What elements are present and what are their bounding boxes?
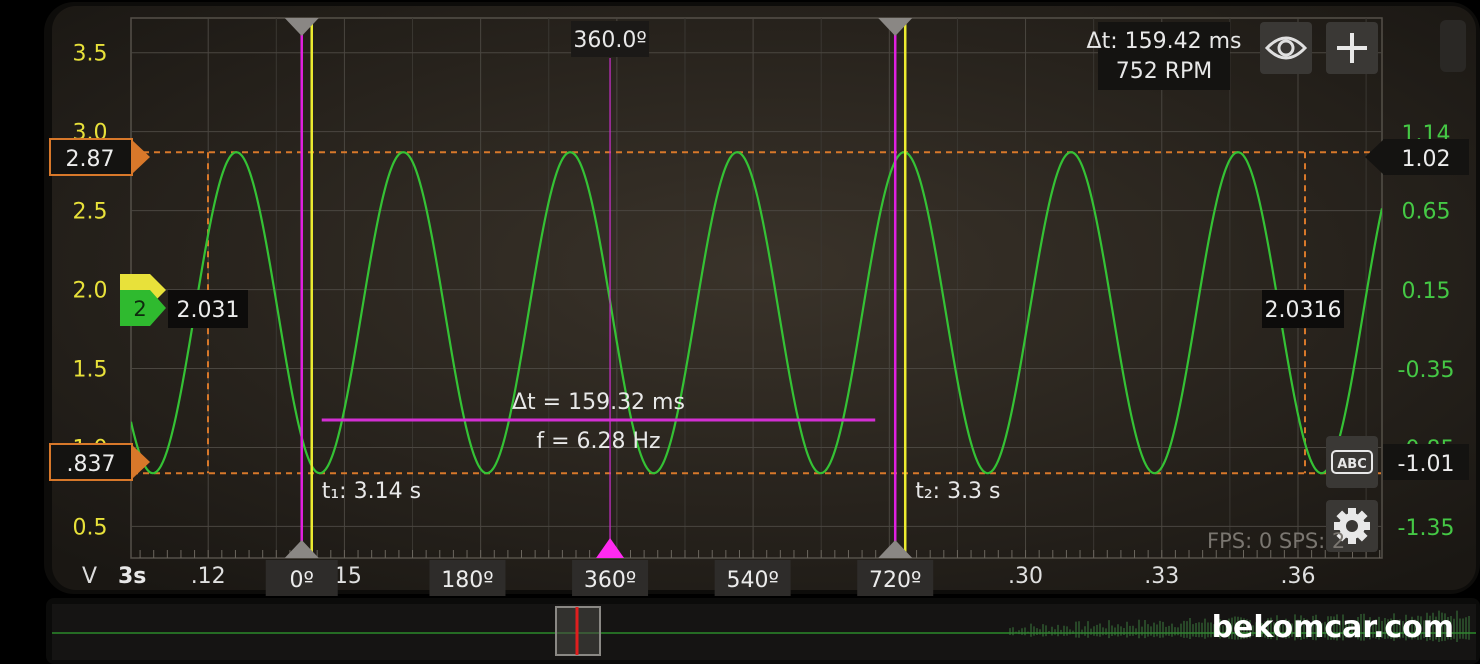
angle-marker-label: 180º bbox=[441, 568, 493, 593]
x-axis-tick: .36 bbox=[1280, 564, 1315, 589]
add-button[interactable] bbox=[1326, 22, 1378, 74]
gear-tooth bbox=[1348, 508, 1356, 517]
phase-label: 360.0º bbox=[573, 28, 646, 53]
svg-text:2.0316: 2.0316 bbox=[1265, 298, 1342, 323]
upper-right-voltage-marker[interactable]: 1.02 bbox=[1365, 139, 1469, 175]
left-axis-tick: 2.5 bbox=[73, 200, 108, 225]
frequency-label: f = 6.28 Hz bbox=[536, 429, 660, 454]
right-axis-tick: 0.65 bbox=[1402, 200, 1451, 225]
visibility-button[interactable] bbox=[1260, 22, 1312, 74]
right-axis-tick: -1.35 bbox=[1398, 516, 1455, 541]
left-axis-tick: 3.5 bbox=[73, 42, 108, 67]
x-axis-tick: .12 bbox=[191, 564, 226, 589]
lower-left-voltage: .837 bbox=[67, 452, 116, 477]
channel-value-left: 2.031 bbox=[168, 290, 248, 328]
angle-marker-label: 540º bbox=[726, 568, 778, 593]
upper-right-voltage: 1.02 bbox=[1402, 147, 1451, 172]
cursor-delta-box: Δt: 159.42 ms 752 RPM bbox=[1087, 22, 1242, 90]
lower-right-voltage: -1.01 bbox=[1398, 452, 1455, 477]
upper-left-voltage: 2.87 bbox=[66, 147, 115, 172]
abc-button[interactable]: ABC bbox=[1326, 436, 1378, 488]
svg-text:2.031: 2.031 bbox=[177, 298, 240, 323]
cursor-t1-label: t₁: 3.14 s bbox=[322, 479, 421, 504]
lower-right-voltage-marker[interactable]: -1.01 bbox=[1383, 444, 1469, 480]
left-axis-tick: 0.5 bbox=[73, 515, 108, 540]
watermark: bekomcar.com bbox=[1212, 610, 1454, 645]
x-axis-tick: .30 bbox=[1008, 564, 1043, 589]
right-axis-tick: -0.35 bbox=[1398, 358, 1455, 383]
upper-left-voltage-marker[interactable]: 2.87 bbox=[49, 138, 150, 176]
right-axis-tick: 0.15 bbox=[1402, 279, 1451, 304]
angle-marker-label: 360º bbox=[584, 568, 636, 593]
svg-text:ABC: ABC bbox=[1337, 457, 1367, 472]
lower-left-voltage-marker[interactable]: .837 bbox=[49, 443, 150, 481]
left-axis-unit: V bbox=[82, 564, 97, 589]
cursor-t2-label: t₂: 3.3 s bbox=[915, 479, 1000, 504]
left-axis-tick: 1.5 bbox=[73, 358, 108, 383]
x-axis-tick: .33 bbox=[1144, 564, 1179, 589]
status-fps: FPS: 0 SPS: 2 bbox=[1207, 529, 1345, 553]
gear-tooth bbox=[1348, 535, 1356, 544]
timebase-label[interactable]: 3s bbox=[118, 564, 146, 589]
angle-marker-label: 720º bbox=[869, 568, 921, 593]
cursor-rpm: 752 RPM bbox=[1116, 59, 1213, 84]
cursor-delta-time: Δt: 159.42 ms bbox=[1087, 29, 1242, 54]
left-axis-tick: 2.0 bbox=[73, 279, 108, 304]
delta-time-label: Δt = 159.32 ms bbox=[512, 390, 685, 415]
angle-marker-label: 0º bbox=[290, 568, 314, 593]
oscilloscope-screen: 360.0º Δt = 159.32 ms f = 6.28 Hz t₁: 3.… bbox=[44, 2, 1480, 664]
channel-number: 2 bbox=[133, 297, 146, 321]
gear-tooth bbox=[1361, 522, 1370, 530]
channel-value-right: 2.0316 bbox=[1262, 290, 1344, 328]
right-handle[interactable] bbox=[1440, 20, 1466, 72]
phase-label-box: 360.0º bbox=[571, 21, 650, 57]
